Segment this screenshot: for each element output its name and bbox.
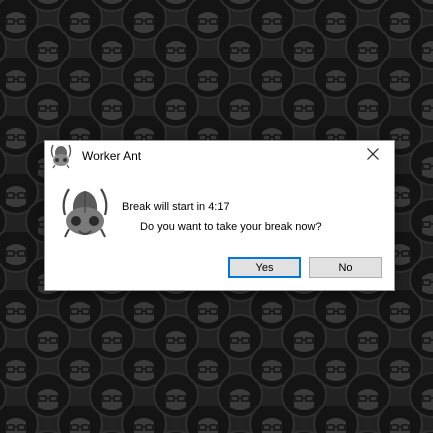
dialog-title: Worker Ant xyxy=(82,149,142,163)
close-icon xyxy=(367,148,379,160)
break-question-text: Do you want to take your break now? xyxy=(140,221,322,233)
close-button[interactable] xyxy=(353,141,394,169)
break-dialog: Worker Ant Break will start in 4:17 Do y… xyxy=(44,140,395,291)
break-countdown-text: Break will start in 4:17 xyxy=(122,201,230,213)
no-button[interactable]: No xyxy=(309,257,382,278)
yes-button[interactable]: Yes xyxy=(228,257,301,278)
ant-head-icon xyxy=(62,188,108,238)
dialog-titlebar[interactable]: Worker Ant xyxy=(45,141,394,171)
ant-head-icon xyxy=(50,144,72,169)
